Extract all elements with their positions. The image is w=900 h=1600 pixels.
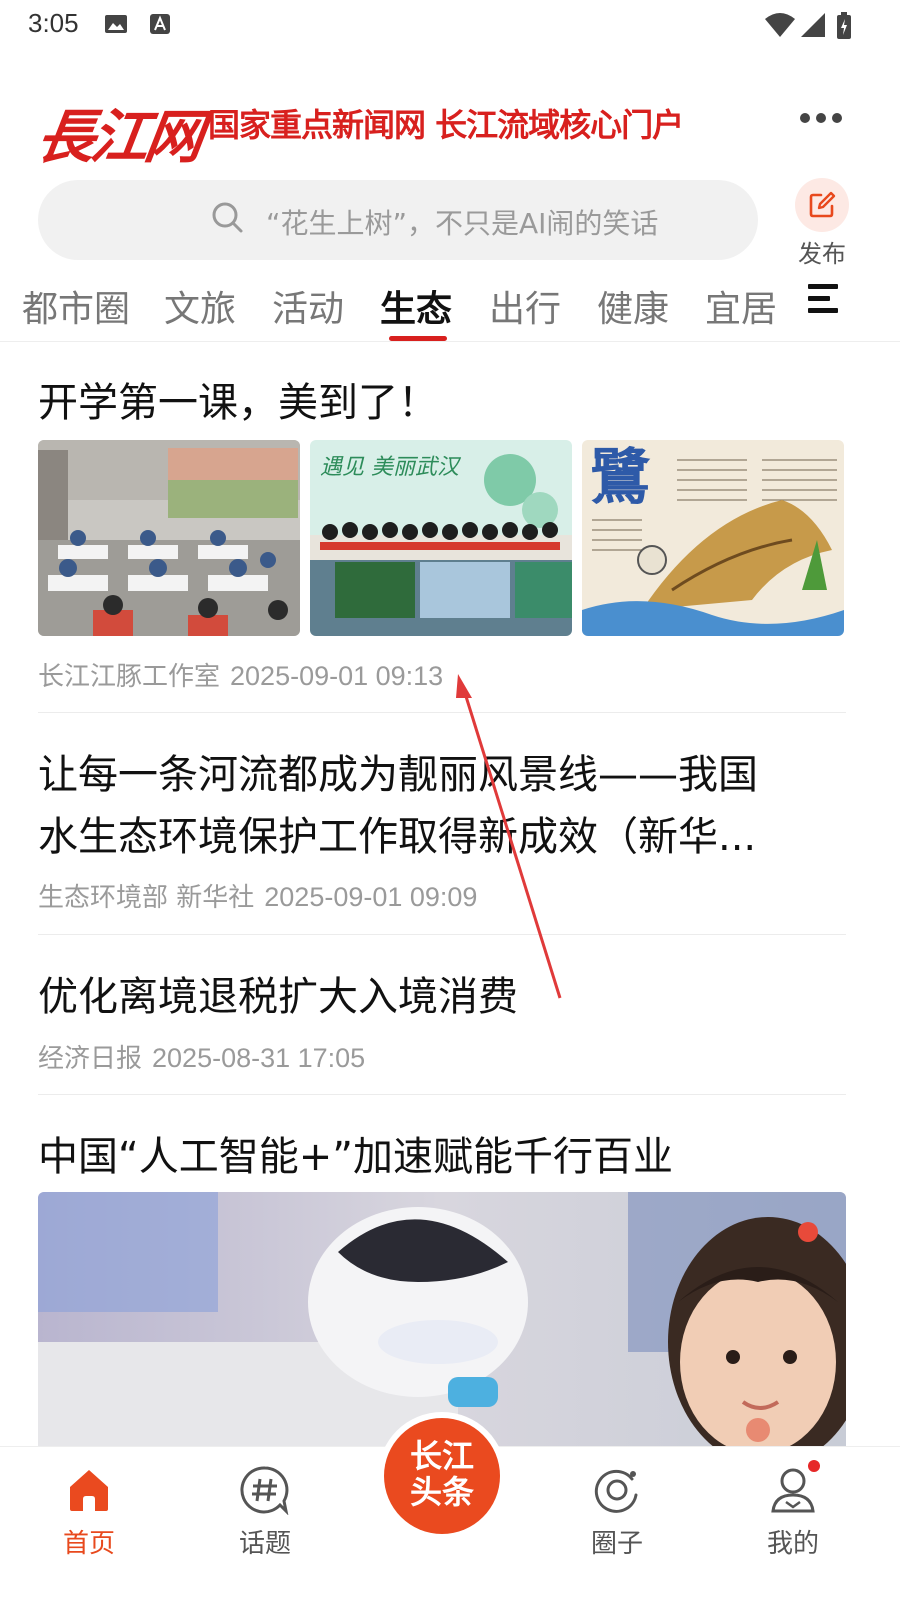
article-title-line1[interactable]: 让每一条河流都成为靓丽风景线——我国 <box>38 742 758 800</box>
more-dot-icon <box>816 113 826 123</box>
search-input[interactable]: “花生上树”，不只是AI闹的笑话 <box>38 180 758 260</box>
publish-label: 发布 <box>798 240 846 268</box>
tab-chuxing[interactable]: 出行 <box>489 280 561 332</box>
article-title-line2[interactable]: 水生态环境保护工作取得新成效（新华... <box>38 804 756 862</box>
gallery-notification-icon <box>104 12 128 40</box>
article-meta: 长江江豚工作室 2025-09-01 09:13 <box>38 656 443 693</box>
user-icon <box>768 1468 818 1519</box>
tabs-divider <box>0 341 900 342</box>
nav-topics-label: 话题 <box>238 1529 291 1559</box>
nav-mine[interactable]: 我的 <box>738 1465 848 1560</box>
nav-home[interactable]: 首页 <box>34 1465 144 1560</box>
battery-icon <box>836 12 852 44</box>
article-date: 2025-09-01 09:13 <box>230 661 444 691</box>
text-notification-icon <box>148 12 172 40</box>
article-image-robot-girl[interactable] <box>38 1192 846 1452</box>
center-button-line1: 长江 <box>409 1437 474 1475</box>
article-title[interactable]: 中国“人工智能+”加速赋能千行百业 <box>38 1124 673 1182</box>
search-placeholder: “花生上树”，不只是AI闹的笑话 <box>266 207 659 240</box>
center-button-line2: 头条 <box>409 1473 474 1511</box>
channel-menu-icon[interactable] <box>808 282 842 316</box>
signal-icon <box>800 12 826 42</box>
nav-home-label: 首页 <box>62 1529 115 1559</box>
slogan: 国家重点新闻网 长江流域核心门户 <box>208 106 684 144</box>
article-meta: 生态环境部 新华社 2025-09-01 09:09 <box>38 877 477 914</box>
search-icon <box>210 200 246 240</box>
nav-circle[interactable]: 圈子 <box>562 1465 672 1560</box>
tab-shengtai[interactable]: 生态 <box>380 280 452 332</box>
publish-button[interactable]: 发布 <box>794 178 850 269</box>
tab-jiankang[interactable]: 健康 <box>597 280 669 332</box>
edit-icon <box>795 178 849 232</box>
article-title[interactable]: 优化离境退税扩大入境消费 <box>38 964 518 1022</box>
article-thumbnail-classroom[interactable] <box>38 440 300 636</box>
article-divider <box>38 934 846 935</box>
app-header: 長江网 国家重点新闻网 长江流域核心门户 <box>0 80 900 171</box>
nav-topics[interactable]: 话题 <box>210 1465 320 1560</box>
status-time: 3:05 <box>28 8 79 38</box>
article-source: 经济日报 <box>38 1044 143 1074</box>
tab-yiju[interactable]: 宜居 <box>705 280 777 332</box>
category-tabs: 都市圈 文旅 活动 生态 出行 健康 宜居 <box>0 274 800 344</box>
nav-mine-label: 我的 <box>766 1529 819 1559</box>
article-meta: 经济日报 2025-08-31 17:05 <box>38 1038 365 1075</box>
tab-huodong[interactable]: 活动 <box>272 280 344 332</box>
logo: 長江网 <box>32 103 205 171</box>
thumbnail-caption: 鷺 <box>590 443 651 513</box>
article-date: 2025-09-01 09:09 <box>264 882 478 912</box>
tab-wenlv[interactable]: 文旅 <box>164 280 236 332</box>
article-thumbnail-egret-drawing[interactable]: 鷺 <box>582 440 844 636</box>
more-dot-icon <box>800 113 810 123</box>
thumbnail-caption: 遇见 美丽武汉 <box>320 455 462 480</box>
tab-dushiquan[interactable]: 都市圈 <box>22 280 130 332</box>
nav-circle-label: 圈子 <box>590 1529 643 1559</box>
article-divider <box>38 1094 846 1095</box>
status-bar: 3:05 <box>0 0 900 50</box>
wifi-icon <box>764 12 796 42</box>
article-title[interactable]: 开学第一课，美到了！ <box>38 370 438 428</box>
article-thumbnail-group-photo[interactable]: 遇见 美丽武汉 <box>310 440 572 636</box>
article-divider <box>38 712 846 713</box>
hashtag-icon <box>240 1466 290 1519</box>
notification-badge <box>808 1460 820 1472</box>
more-dot-icon <box>832 113 842 123</box>
home-icon <box>64 1470 114 1519</box>
changjiang-headlines-button[interactable]: 长江 头条 <box>384 1418 500 1534</box>
article-date: 2025-08-31 17:05 <box>152 1043 366 1073</box>
article-source: 长江江豚工作室 <box>38 662 221 692</box>
more-options-button[interactable] <box>800 110 842 126</box>
article-source: 生态环境部 新华社 <box>38 883 255 913</box>
circle-icon <box>592 1469 642 1519</box>
